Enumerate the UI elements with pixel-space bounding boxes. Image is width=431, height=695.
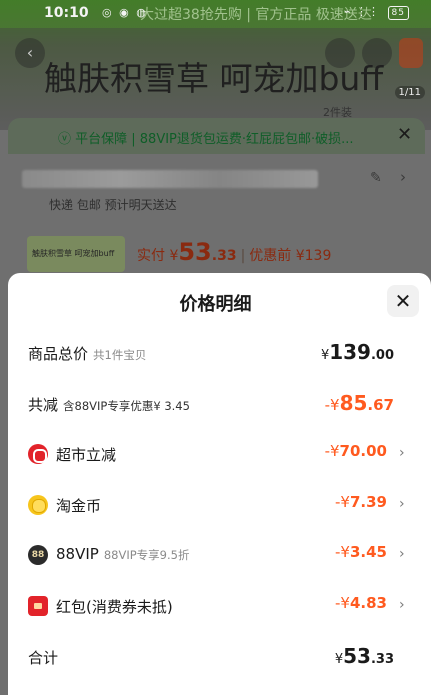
row-gold-coin[interactable]: 淘金币 -¥7.39 ›: [0, 491, 431, 521]
close-button[interactable]: ✕: [387, 285, 419, 317]
thumbnail-caption: 触肤积雪草 呵宠加buff: [32, 249, 115, 258]
row-amount: -¥3.45: [335, 543, 387, 561]
battery-icon: 85: [387, 6, 409, 20]
row-sub: 88VIP专享9.5折: [103, 548, 190, 562]
row-grand-total: 合计 ¥53.33: [0, 643, 431, 673]
row-total-discount: 共减 含88VIP专享优惠¥ 3.45 -¥85.67: [0, 390, 431, 420]
row-amount: -¥4.83: [335, 594, 387, 612]
row-supermarket-discount[interactable]: 超市立减 -¥70.00 ›: [0, 440, 431, 470]
row-88vip[interactable]: 88 88VIP 88VIP专享9.5折 -¥3.45 ›: [0, 541, 431, 571]
chevron-right-icon: ›: [399, 546, 405, 562]
row-sub: 共1件宝贝: [93, 348, 147, 362]
status-system-icons: ⌁ ⋮⋮ 85: [344, 5, 409, 20]
paid-price-int: 53: [178, 238, 212, 266]
row-label: 商品总价: [28, 345, 89, 363]
price-detail-sheet: [8, 273, 431, 695]
red-packet-icon: [28, 596, 48, 616]
row-label: 88VIP: [56, 545, 99, 563]
back-button[interactable]: ‹: [15, 38, 45, 68]
gold-coin-icon: [28, 495, 48, 515]
chevron-right-icon: ›: [399, 597, 405, 613]
guarantee-close-icon[interactable]: ✕: [397, 124, 412, 145]
edit-icon[interactable]: ✎: [370, 170, 382, 186]
hero-title: 触肤积雪草 呵宠加buff: [44, 59, 384, 98]
row-label: 淘金币: [56, 497, 102, 515]
chevron-right-icon[interactable]: ›: [400, 168, 406, 186]
row-label: 红包(消费券未抵): [56, 598, 173, 616]
chevron-left-icon: ‹: [26, 43, 34, 62]
row-label: 合计: [28, 649, 59, 667]
row-sub: 含88VIP专享优惠¥ 3.45: [63, 399, 190, 413]
shipping-text: 快递 包邮 预计明天送达: [49, 198, 177, 212]
row-amount: ¥53.33: [334, 644, 394, 668]
88vip-icon: 88: [28, 545, 48, 565]
chevron-right-icon: ›: [399, 445, 405, 461]
status-bar: 10:10 ◎ ◉ ◍ ⌁ ⋮⋮ 85: [0, 0, 431, 28]
row-label: 共减: [28, 396, 59, 414]
image-counter: 1/11: [394, 86, 425, 99]
signal-icon: ⌁ ⋮⋮: [343, 5, 381, 18]
more-button[interactable]: [399, 38, 423, 68]
paid-price-dec: .33: [211, 248, 237, 264]
row-amount: ¥139.00: [320, 340, 394, 364]
row-amount: -¥85.67: [324, 391, 394, 415]
row-amount: -¥7.39: [335, 493, 387, 511]
status-time: 10:10: [44, 5, 89, 21]
original-price: 优惠前 ¥139: [249, 248, 332, 264]
price-divider: |: [240, 248, 246, 264]
paid-label: 实付 ¥: [137, 248, 179, 264]
blurred-address: [22, 170, 318, 188]
status-notification-icons: ◎ ◉ ◍: [102, 6, 148, 19]
row-total-price: 商品总价 共1件宝贝 ¥139.00: [0, 339, 431, 369]
close-icon: ✕: [394, 289, 412, 313]
price-summary: 实付 ¥53.33 | 优惠前 ¥139: [137, 238, 331, 266]
supermarket-icon: [28, 444, 48, 464]
sheet-title: 价格明细: [179, 294, 252, 315]
chevron-right-icon: ›: [399, 496, 405, 512]
row-red-packet[interactable]: 红包(消费券未抵) -¥4.83 ›: [0, 592, 431, 622]
row-label: 超市立减: [56, 446, 117, 464]
guarantee-text: ⓥ 平台保障 | 88VIP退货包运费·红屁屁包邮·破损...: [58, 132, 354, 147]
row-amount: -¥70.00: [324, 442, 387, 460]
